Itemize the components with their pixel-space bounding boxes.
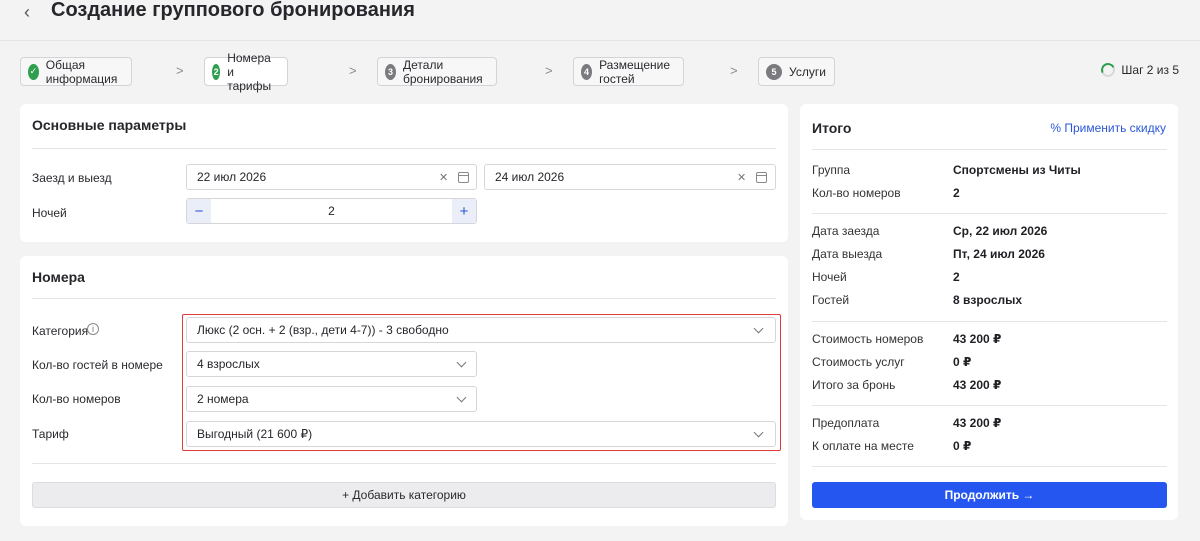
step-label: Общая информация <box>45 57 118 86</box>
guests-label: Гостей <box>812 293 850 307</box>
chevron-right-icon: > <box>176 63 184 78</box>
divider <box>812 405 1167 406</box>
page-header: ‹ Создание группового бронирования <box>0 0 1200 40</box>
checkin-label: Дата заезда <box>812 224 880 238</box>
guests-per-room-label: Кол-во гостей в номере <box>32 358 163 372</box>
step-label: Детали бронирования <box>403 57 483 86</box>
chevron-down-icon <box>456 357 467 368</box>
increment-button[interactable]: + <box>452 199 476 223</box>
progress-ring-icon <box>1099 61 1118 79</box>
step-label: Услуги <box>789 64 826 79</box>
step-number: 4 <box>581 63 593 80</box>
nights-label: Ночей <box>32 206 67 220</box>
divider <box>32 298 776 299</box>
divider <box>812 213 1167 214</box>
nights-value: 2 <box>953 270 960 284</box>
apply-discount-link[interactable]: % Применить скидку <box>1050 121 1166 135</box>
divider <box>32 148 776 149</box>
step-general-info[interactable]: ✓ Общая информация <box>20 57 132 86</box>
continue-button[interactable]: Продолжить → <box>812 482 1167 508</box>
checkout-label: Дата выезда <box>812 247 883 261</box>
onsite-label: К оплате на месте <box>812 439 914 453</box>
checkout-value: 24 июл 2026 <box>495 170 565 184</box>
group-label: Группа <box>812 163 851 177</box>
divider <box>812 149 1167 150</box>
header-divider <box>0 40 1200 41</box>
back-button[interactable]: ‹ <box>24 2 30 23</box>
step-label: Номера и тарифы <box>227 50 272 93</box>
total-label: Итого за бронь <box>812 378 896 392</box>
page-title: Создание группового бронирования <box>51 0 415 21</box>
calendar-icon[interactable] <box>756 172 767 183</box>
nights-value[interactable]: 2 <box>211 199 452 223</box>
onsite-value: 0 ₽ <box>953 439 972 453</box>
rooms-title: Номера <box>32 269 85 285</box>
rooms-count-label: Кол-во номеров <box>32 392 121 406</box>
clear-icon[interactable]: ✕ <box>439 171 448 184</box>
guests-per-room-select[interactable]: 4 взрослых <box>186 351 477 377</box>
guests-per-room-value: 4 взрослых <box>197 357 260 371</box>
category-value: Люкс (2 осн. + 2 (взр., дети 4-7)) - 3 с… <box>197 323 449 337</box>
divider <box>812 321 1167 322</box>
services-cost-value: 0 ₽ <box>953 355 972 369</box>
rooms-count-value: 2 <box>953 186 960 200</box>
category-label: Категория <box>32 324 89 338</box>
total-value: 43 200 ₽ <box>953 378 1002 392</box>
chevron-down-icon <box>753 427 764 438</box>
step-guest-placement[interactable]: 4 Размещение гостей <box>573 57 684 86</box>
checkout-date-field[interactable]: 24 июл 2026 ✕ <box>484 164 776 190</box>
category-select[interactable]: Люкс (2 осн. + 2 (взр., дети 4-7)) - 3 с… <box>186 317 776 343</box>
step-counter-text: Шаг 2 из 5 <box>1121 63 1179 77</box>
step-progress: Шаг 2 из 5 <box>1099 61 1179 79</box>
chevron-right-icon: > <box>730 63 738 78</box>
nights-stepper: − 2 + <box>186 198 477 224</box>
step-number: 5 <box>766 63 782 80</box>
tariff-label: Тариф <box>32 427 69 441</box>
rooms-cost-value: 43 200 ₽ <box>953 332 1002 346</box>
services-cost-label: Стоимость услуг <box>812 355 905 369</box>
clear-icon[interactable]: ✕ <box>737 171 746 184</box>
divider <box>812 466 1167 467</box>
group-value: Спортсмены из Читы <box>953 163 1081 177</box>
info-icon[interactable]: i <box>87 323 99 335</box>
tariff-value: Выгодный (21 600 ₽) <box>197 427 313 441</box>
checkin-value: Ср, 22 июл 2026 <box>953 224 1048 238</box>
rooms-cost-label: Стоимость номеров <box>812 332 924 346</box>
checkin-date-field[interactable]: 22 июл 2026 ✕ <box>186 164 477 190</box>
chevron-right-icon: > <box>349 63 357 78</box>
chevron-down-icon <box>456 392 467 403</box>
checkout-value: Пт, 24 июл 2026 <box>953 247 1045 261</box>
step-number: 2 <box>212 63 221 80</box>
decrement-button[interactable]: − <box>187 199 211 223</box>
basic-params-title: Основные параметры <box>32 117 187 133</box>
step-rooms-tariffs[interactable]: 2 Номера и тарифы <box>204 51 288 93</box>
prepay-value: 43 200 ₽ <box>953 416 1002 430</box>
divider <box>32 463 776 464</box>
guests-value: 8 взрослых <box>953 293 1023 307</box>
calendar-icon[interactable] <box>458 172 469 183</box>
prepay-label: Предоплата <box>812 416 880 430</box>
rooms-count-label: Кол-во номеров <box>812 186 901 200</box>
summary-title: Итого <box>812 120 852 136</box>
step-number: 3 <box>385 63 396 80</box>
tariff-select[interactable]: Выгодный (21 600 ₽) <box>186 421 776 447</box>
rooms-count-value: 2 номера <box>197 392 249 406</box>
step-label: Размещение гостей <box>599 57 671 86</box>
add-category-button[interactable]: + Добавить категорию <box>32 482 776 508</box>
rooms-count-select[interactable]: 2 номера <box>186 386 477 412</box>
step-services[interactable]: 5 Услуги <box>758 57 835 86</box>
nights-label: Ночей <box>812 270 847 284</box>
step-booking-details[interactable]: 3 Детали бронирования <box>377 57 497 86</box>
dates-label: Заезд и выезд <box>32 171 112 185</box>
chevron-right-icon: > <box>545 63 553 78</box>
checkin-value: 22 июл 2026 <box>197 170 267 184</box>
check-icon: ✓ <box>28 63 39 80</box>
chevron-down-icon <box>753 323 764 334</box>
